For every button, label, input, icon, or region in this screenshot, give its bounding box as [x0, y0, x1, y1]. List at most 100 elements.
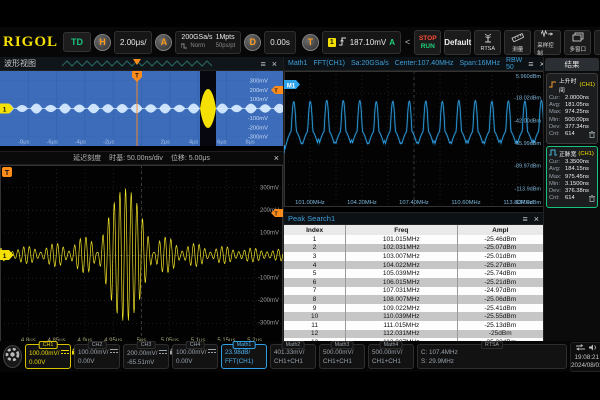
- measure-label: Min:: [549, 181, 563, 188]
- record-icon: [541, 28, 554, 40]
- sample-resolution: 50ps/pt: [216, 42, 236, 50]
- system-status-box[interactable]: 19:08:21 2024/08/01: [570, 342, 600, 372]
- peak-search-header[interactable]: Peak Search1 ≡ ×: [284, 212, 543, 225]
- channel-tab-label: Math4: [380, 341, 403, 349]
- toolbar-button-record[interactable]: 采样控制: [534, 30, 561, 55]
- overview-waveform[interactable]: T1T300mV200mV100mV-100mV-200mV-300mV-8μs…: [0, 71, 283, 146]
- peak-table-row[interactable]: 10110.039MHz-25.55dBm: [284, 312, 543, 321]
- peak-table-row[interactable]: 2102.031MHz-25.07dBm: [284, 244, 543, 253]
- measure-card-positive-width[interactable]: 正脉宽(CH1) Cur:3.3500nsAvg:184.15nsMax:975…: [546, 146, 598, 208]
- delay-box[interactable]: 0.00s: [264, 31, 296, 54]
- toolbar-button-cursor[interactable]: 光标: [594, 30, 600, 55]
- hamburger-icon[interactable]: ≡: [522, 214, 527, 224]
- zoom-waveform[interactable]: 300mV200mV100mV-100mV-200mV-300mV4.8μs4.…: [0, 165, 283, 346]
- peak-table-row[interactable]: 4104.022MHz-25.27dBm: [284, 261, 543, 270]
- timebase-box[interactable]: 2.00μs/: [114, 31, 152, 54]
- peak-table-row[interactable]: 9109.022MHz-25.41dBm: [284, 304, 543, 313]
- peak-freq: 101.015MHz: [346, 235, 457, 244]
- fft-header[interactable]: Math1 FFT(CH1) Sa:20GSa/s Center:107.40M…: [284, 57, 543, 71]
- peak-ampl: -25.41dBm: [458, 304, 543, 313]
- close-icon[interactable]: ×: [534, 214, 539, 224]
- peak-table-row[interactable]: 7107.031MHz-24.97dBm: [284, 287, 543, 296]
- acquire-box[interactable]: 200GSa/s Norm 1Mpts 50ps/pt: [175, 31, 241, 54]
- hamburger-icon[interactable]: ≡: [260, 59, 265, 69]
- peak-freq: 108.007MHz: [346, 295, 457, 304]
- channel-offset: CH1+CH1: [372, 357, 410, 366]
- trigger-box[interactable]: 1 187.10mV A: [322, 31, 401, 54]
- peak-ampl: -25dBm: [458, 330, 543, 339]
- close-icon[interactable]: ×: [270, 59, 279, 69]
- measure-value: 614: [565, 195, 575, 205]
- delay-title: 延迟刻度: [73, 153, 101, 163]
- trash-icon[interactable]: [589, 195, 595, 205]
- channel-box-ch2[interactable]: CH2100.00mV/0.00V: [74, 344, 120, 369]
- channel-box-math4[interactable]: Math4500.00mV/CH1+CH1: [368, 344, 414, 369]
- toolbar-button-windows[interactable]: 多窗口: [564, 30, 591, 55]
- peak-table-row[interactable]: 1101.015MHz-25.46dBm: [284, 235, 543, 244]
- trigger-status-badge[interactable]: TD: [63, 32, 91, 52]
- run-stop-button[interactable]: STOP RUN: [414, 30, 441, 55]
- peak-table-row[interactable]: 3103.007MHz-25.01dBm: [284, 252, 543, 261]
- trigger-knob[interactable]: T: [302, 34, 319, 51]
- default-label: Default: [444, 38, 471, 47]
- collapse-left-chevron[interactable]: <: [404, 37, 411, 47]
- peak-table-row[interactable]: 8108.007MHz-25.06dBm: [284, 295, 543, 304]
- channel-scale: 200.00mV/: [127, 349, 157, 358]
- channel-offset: S: 29.9MHz: [421, 357, 563, 366]
- measure-row: Min:3.1500ns: [549, 181, 595, 188]
- measure-row: Max:975.45ns: [549, 174, 595, 181]
- channel-box-math1[interactable]: Math123.98dB/FFT(CH1): [221, 344, 267, 369]
- measure-card-rise-time[interactable]: 上升时间(CH1) Cur:2.0000nsAvg:181.05nsMax:97…: [546, 73, 598, 144]
- measure-row: Cnt:614: [549, 131, 595, 141]
- channel-box-ch1[interactable]: CH1100.00mV/0.00V: [25, 344, 71, 369]
- peak-search-table[interactable]: IndexFreqAmpl1101.015MHz-25.46dBm2102.03…: [284, 225, 543, 346]
- memory-position-strip[interactable]: [62, 59, 212, 68]
- waveform-view-header[interactable]: 波形视图 ≡ ×: [0, 57, 283, 71]
- peak-index: 11: [284, 321, 346, 330]
- delay-knob[interactable]: D: [244, 34, 261, 51]
- peak-table-row[interactable]: 6106.015MHz-25.21dBm: [284, 278, 543, 287]
- measure-label: Cnt:: [549, 195, 563, 205]
- svg-text:-89.97dBm: -89.97dBm: [514, 164, 541, 170]
- close-icon[interactable]: ×: [274, 153, 279, 163]
- svg-text:-100mV: -100mV: [248, 116, 268, 122]
- results-title: 结果: [545, 58, 599, 71]
- measure-value: 974.25ns: [565, 109, 589, 116]
- channel-offset: CH1+CH1: [323, 357, 361, 366]
- mem-depth: 1Mpts: [216, 34, 236, 42]
- channel-box-ch3[interactable]: CH3200.00mV/-65.51mV: [123, 344, 169, 369]
- channel-box-ch4[interactable]: CH4100.00mV/0.00V: [172, 344, 218, 369]
- svg-text:-8μs: -8μs: [18, 140, 29, 146]
- channel-box-math3[interactable]: Math3500.00mV/CH1+CH1: [319, 344, 365, 369]
- channel-offset: 0.00V: [176, 357, 214, 366]
- peak-table-row[interactable]: 11111.015MHz-25.13dBm: [284, 321, 543, 330]
- trash-icon[interactable]: [589, 131, 595, 141]
- peak-freq: 112.031MHz: [346, 330, 457, 339]
- peak-ampl: -24.97dBm: [458, 287, 543, 296]
- horizontal-knob[interactable]: H: [94, 34, 111, 51]
- hamburger-icon[interactable]: ≡: [528, 59, 533, 69]
- dc-coupling-icon: [61, 349, 69, 358]
- peak-table-row[interactable]: 12112.031MHz-25dBm: [284, 330, 543, 339]
- svg-text:-6μs: -6μs: [46, 140, 57, 146]
- channel-tab-label: CH4: [186, 341, 205, 349]
- fft-spectrum[interactable]: 5.960dBm-18.02dBm-42.00dBm-65.99dBm-89.9…: [284, 71, 544, 207]
- menu-gear-button[interactable]: [3, 345, 22, 368]
- default-button[interactable]: Default: [444, 30, 471, 55]
- svg-text:T: T: [135, 74, 139, 80]
- measure-row: Cur:2.0000ns: [549, 95, 595, 102]
- toolbar-button-ruler[interactable]: 测量: [504, 30, 531, 55]
- channel-scale: 401.33mV/: [274, 348, 304, 357]
- delay-value: 0.00s: [270, 38, 290, 47]
- svg-text:1: 1: [3, 253, 7, 260]
- top-toolbar: RIGOL TD H 2.00μs/ A 200GSa/s Norm 1Mpts…: [0, 27, 600, 57]
- measure-value: 500.00ps: [565, 117, 589, 124]
- peak-freq: 107.031MHz: [346, 287, 457, 296]
- peak-freq: 105.039MHz: [346, 269, 457, 278]
- acquire-knob[interactable]: A: [155, 34, 172, 51]
- channel-box-rtsa[interactable]: RTSAC: 107.4MHzS: 29.9MHz: [417, 344, 567, 369]
- channel-box-math2[interactable]: Math2401.33mV/CH1+CH1: [270, 344, 316, 369]
- toolbar-button-rtsa[interactable]: RTSA: [474, 30, 501, 55]
- fft-sample-rate: Sa:20GSa/s: [351, 60, 389, 67]
- peak-table-row[interactable]: 5105.039MHz-25.74dBm: [284, 269, 543, 278]
